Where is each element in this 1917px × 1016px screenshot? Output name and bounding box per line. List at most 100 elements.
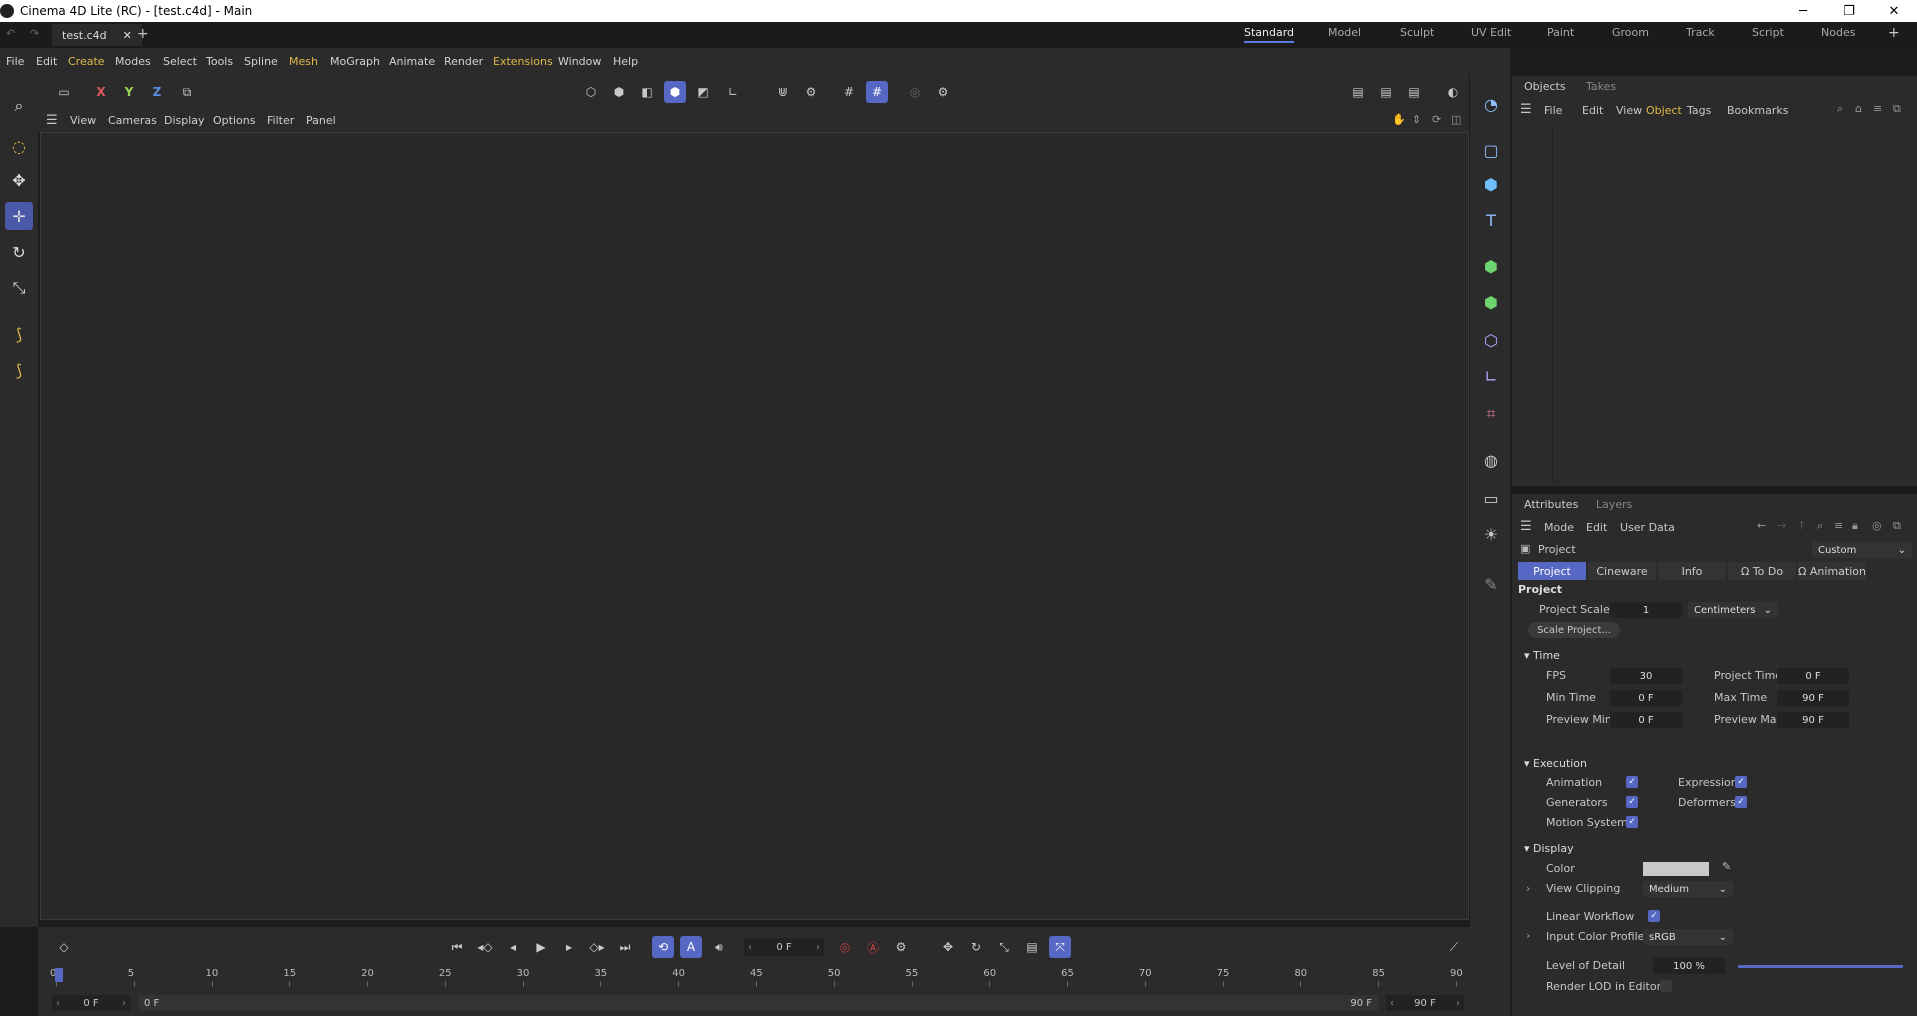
close-tab-icon[interactable]: ✕ (123, 29, 132, 42)
menu-file[interactable]: File (6, 55, 24, 68)
level-of-detail-field[interactable]: 100 % (1653, 958, 1725, 974)
tab-attributes[interactable]: Attributes (1524, 498, 1578, 511)
key-rotation-icon[interactable]: ↻ (965, 936, 987, 958)
null-icon[interactable]: ∟ (1477, 362, 1505, 390)
viewport-menu-cameras[interactable]: Cameras (108, 114, 157, 127)
add-tab-icon[interactable]: + (137, 26, 149, 42)
display-section-toggle[interactable]: ▾ Display (1524, 842, 1574, 855)
layout-standard[interactable]: Standard (1244, 26, 1295, 43)
render-view-icon[interactable]: ▤ (1347, 81, 1369, 103)
previous-frame-icon[interactable]: ◂ (502, 936, 524, 958)
objects-menu-view[interactable]: View (1616, 104, 1642, 117)
generators-checkbox[interactable]: ✓ (1626, 796, 1638, 808)
subtab-to-do[interactable]: Ω To Do (1728, 562, 1796, 580)
sound-icon[interactable]: 🔊︎ (708, 936, 730, 958)
minimize-button[interactable]: ─ (1780, 0, 1826, 22)
snap-settings-icon[interactable]: ⚙ (800, 81, 822, 103)
min-time-field[interactable]: 0 F (1610, 690, 1682, 706)
tab-layers[interactable]: Layers (1596, 498, 1632, 511)
objects-menu-object[interactable]: Object (1646, 104, 1682, 117)
bend-deformer-icon[interactable]: ⬡ (1477, 326, 1505, 354)
lock-icon[interactable]: 🔒︎ (1852, 519, 1858, 533)
add-layout-icon[interactable]: + (1888, 25, 1900, 41)
menu-select[interactable]: Select (163, 55, 197, 68)
key-position-icon[interactable]: ✥ (937, 936, 959, 958)
motion-system-checkbox[interactable]: ✓ (1626, 816, 1638, 828)
preview-min-field[interactable]: 0 F (1610, 712, 1682, 728)
camera-icon[interactable]: ▭ (1477, 484, 1505, 512)
solo-settings-icon[interactable]: ⚙ (932, 81, 954, 103)
preview-range-bar[interactable]: 0 F 90 F (138, 995, 1378, 1011)
subtab-cineware[interactable]: Cineware (1588, 562, 1656, 580)
tab-objects[interactable]: Objects (1524, 80, 1566, 93)
back-arrow-icon[interactable]: ← (1757, 519, 1766, 532)
chevron-right-icon[interactable]: › (1526, 882, 1530, 895)
menu-mograph[interactable]: MoGraph (330, 55, 380, 68)
eyedropper-icon[interactable]: ✎ (1722, 860, 1731, 873)
layout-sculpt[interactable]: Sculpt (1400, 26, 1434, 39)
layout-uv-edit[interactable]: UV Edit (1471, 26, 1511, 39)
attributes-menu-edit[interactable]: Edit (1586, 521, 1607, 534)
world-space-icon[interactable]: ⧉ (176, 81, 198, 103)
objects-menu-tags[interactable]: Tags (1687, 104, 1711, 117)
menu-edit[interactable]: Edit (36, 55, 57, 68)
redo-icon[interactable]: ↷ (30, 27, 39, 40)
tag-icon[interactable]: ✎ (1477, 570, 1505, 598)
viewport-menu-view[interactable]: View (70, 114, 96, 127)
expression-checkbox[interactable]: ✓ (1735, 776, 1747, 788)
rotate-icon[interactable]: ↻ (5, 238, 33, 266)
end-frame-field[interactable]: ‹ 90 F › (1386, 995, 1464, 1011)
deformers-checkbox[interactable]: ✓ (1735, 796, 1747, 808)
edges-mode-icon[interactable]: ⬢ (608, 81, 630, 103)
key-scale-icon[interactable]: ⤡ (993, 936, 1015, 958)
grid-icon[interactable]: # (838, 81, 860, 103)
level-of-detail-slider[interactable] (1738, 965, 1903, 968)
cube-icon[interactable]: ⬢ (1477, 170, 1505, 198)
project-scale-field[interactable]: 1 (1610, 602, 1682, 618)
subtab-project[interactable]: Project (1518, 562, 1586, 580)
color-swatch[interactable] (1643, 862, 1709, 876)
move-icon[interactable]: ✛ (5, 202, 33, 230)
keyframe-icon[interactable]: ◇ (53, 936, 75, 958)
objects-search-icon[interactable]: ⌕ (1837, 102, 1843, 116)
sky-icon[interactable]: ◍ (1477, 446, 1505, 474)
menu-create[interactable]: Create (68, 55, 105, 68)
selection-icon[interactable]: ◌ (5, 132, 33, 160)
menu-window[interactable]: Window (558, 55, 601, 68)
maximize-view-icon[interactable]: ◫ (1451, 113, 1461, 126)
linear-workflow-checkbox[interactable]: ✓ (1648, 910, 1660, 922)
interactive-render-icon[interactable]: ◐ (1442, 81, 1464, 103)
model-mode-icon[interactable]: ⬢ (664, 81, 686, 103)
start-frame-field[interactable]: ‹ 0 F › (52, 995, 130, 1011)
mograph-icon[interactable]: ⌗ (1477, 400, 1505, 428)
extrude-icon[interactable]: ⬢ (1477, 288, 1505, 316)
attributes-hamburger-icon[interactable]: ☰ (1520, 519, 1532, 534)
layout-nodes[interactable]: Nodes (1821, 26, 1855, 39)
go-to-end-icon[interactable]: ⏭ (614, 936, 636, 958)
layout-paint[interactable]: Paint (1547, 26, 1574, 39)
menu-mesh[interactable]: Mesh (289, 55, 318, 68)
objects-filter-icon[interactable]: ≡ (1873, 102, 1882, 115)
orbit-icon[interactable]: ⟳ (1432, 113, 1441, 126)
attributes-menu-user-data[interactable]: User Data (1620, 521, 1675, 534)
text-spline-icon[interactable]: T (1477, 206, 1505, 234)
playhead[interactable] (55, 968, 63, 982)
key-pla-icon[interactable]: ⤧ (1049, 936, 1071, 958)
attributes-settings-icon[interactable]: ◎ (1872, 519, 1882, 532)
solo-icon[interactable]: ◎ (904, 81, 926, 103)
dolly-icon[interactable]: ⇕ (1412, 113, 1421, 126)
tab-takes[interactable]: Takes (1586, 80, 1616, 93)
subtab-animation[interactable]: Ω Animation (1798, 562, 1866, 580)
objects-home-icon[interactable]: ⌂ (1855, 102, 1862, 115)
record-icon[interactable]: ◎ (834, 936, 856, 958)
previous-key-icon[interactable]: ◂◇ (474, 936, 496, 958)
viewport-menu-display[interactable]: Display (164, 114, 205, 127)
key-settings-icon[interactable]: ⚙ (890, 936, 912, 958)
spline-pen-icon[interactable]: ◔ (1477, 90, 1505, 118)
view-clipping-dropdown[interactable]: Medium ⌄ (1643, 881, 1733, 897)
layout-groom[interactable]: Groom (1612, 26, 1649, 39)
scale-project-button[interactable]: Scale Project... (1528, 622, 1620, 638)
current-frame-field[interactable]: ‹ 0 F › (744, 938, 824, 956)
menu-modes[interactable]: Modes (115, 55, 151, 68)
light-icon[interactable]: ☀ (1477, 520, 1505, 548)
